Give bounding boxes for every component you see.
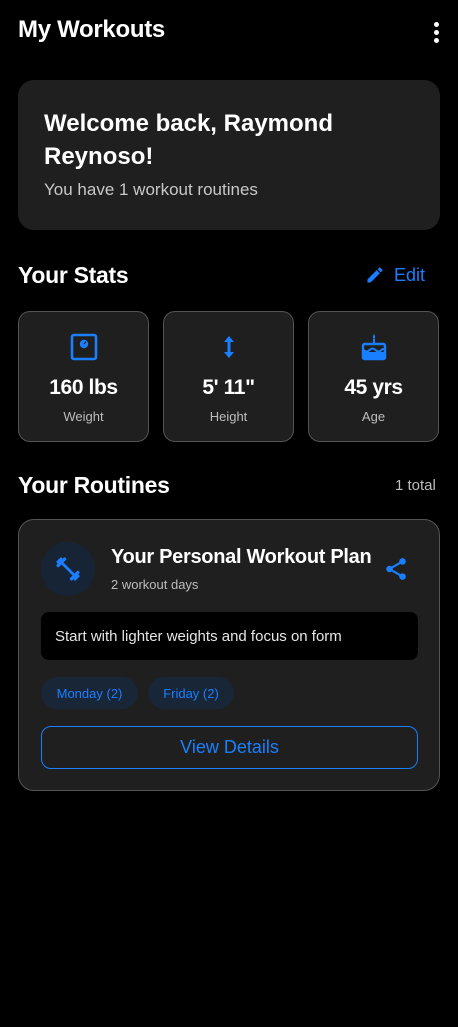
pencil-icon [367,267,383,283]
welcome-card: Welcome back, Raymond Reynoso! You have … [18,80,440,230]
stat-label: Age [361,409,386,424]
stat-card-height: 5' 11" Height [163,311,294,442]
stat-card-weight: 160 lbs Weight [18,311,149,442]
edit-label: Edit [394,264,426,285]
app-screen: My Workouts Welcome back, Raymond Reynos… [0,0,458,1027]
routine-note: Start with lighter weights and focus on … [41,612,418,660]
stat-label: Height [209,409,248,424]
routine-title: Your Personal Workout Plan [111,546,372,568]
stats-section-title: Your Stats [18,262,129,288]
welcome-title: Welcome back, Raymond Reynoso! [44,110,333,170]
day-chip-monday[interactable]: Monday (2) [41,677,138,709]
stat-value: 45 yrs [344,376,403,399]
routines-section-title: Your Routines [18,472,170,498]
routine-avatar [41,542,95,596]
routine-subtitle: 2 workout days [111,577,199,592]
scale-icon [70,333,97,361]
stat-value: 160 lbs [49,376,118,399]
routines-count: 1 total [395,477,436,494]
app-bar: My Workouts [0,0,458,62]
more-options-button[interactable] [424,18,448,46]
stat-card-age: 45 yrs Age [308,311,439,442]
stat-value: 5' 11" [202,376,255,399]
day-chip-friday[interactable]: Friday (2) [148,677,234,709]
page-title: My Workouts [18,16,165,43]
dumbbell-icon [56,557,80,581]
edit-stats-button[interactable]: Edit [365,262,425,288]
more-vert-icon [433,21,439,27]
routine-card[interactable]: Your Personal Workout Plan 2 workout day… [18,519,440,791]
welcome-subtitle: You have 1 workout routines [44,180,258,199]
share-icon[interactable] [383,556,409,582]
view-details-button[interactable]: View Details [41,726,418,769]
height-icon [223,336,234,358]
stat-label: Weight [63,409,104,424]
cake-icon [361,334,386,361]
